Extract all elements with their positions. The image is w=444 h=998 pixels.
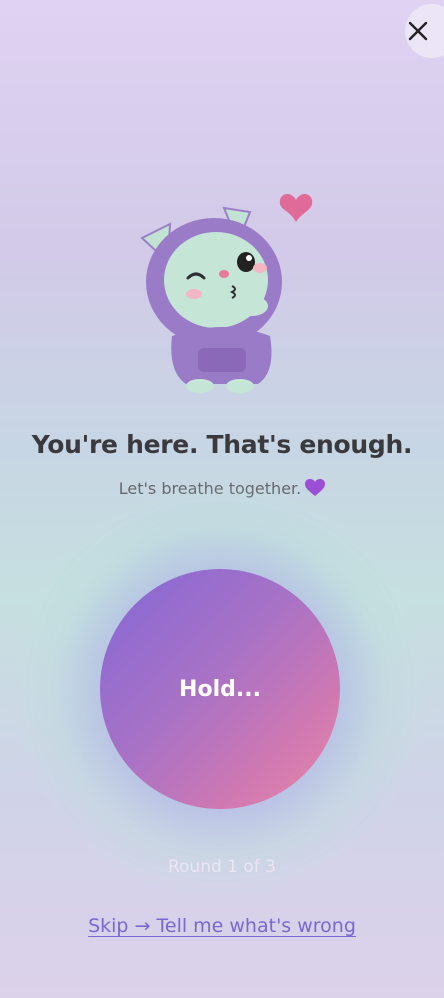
purple-heart-icon [305,479,326,496]
heart-icon [279,194,313,222]
round-indicator: Round 1 of 3 [167,857,277,877]
close-icon [408,21,428,41]
breath-label: Hold... [179,676,261,702]
breath-hold-button[interactable]: Hold... [100,569,340,809]
page-headline: You're here. That's enough. [31,430,413,459]
skip-link[interactable]: Skip → Tell me what's wrong [0,915,444,937]
kitten-hoodie-mascot [140,194,313,393]
close-button[interactable] [405,4,444,58]
